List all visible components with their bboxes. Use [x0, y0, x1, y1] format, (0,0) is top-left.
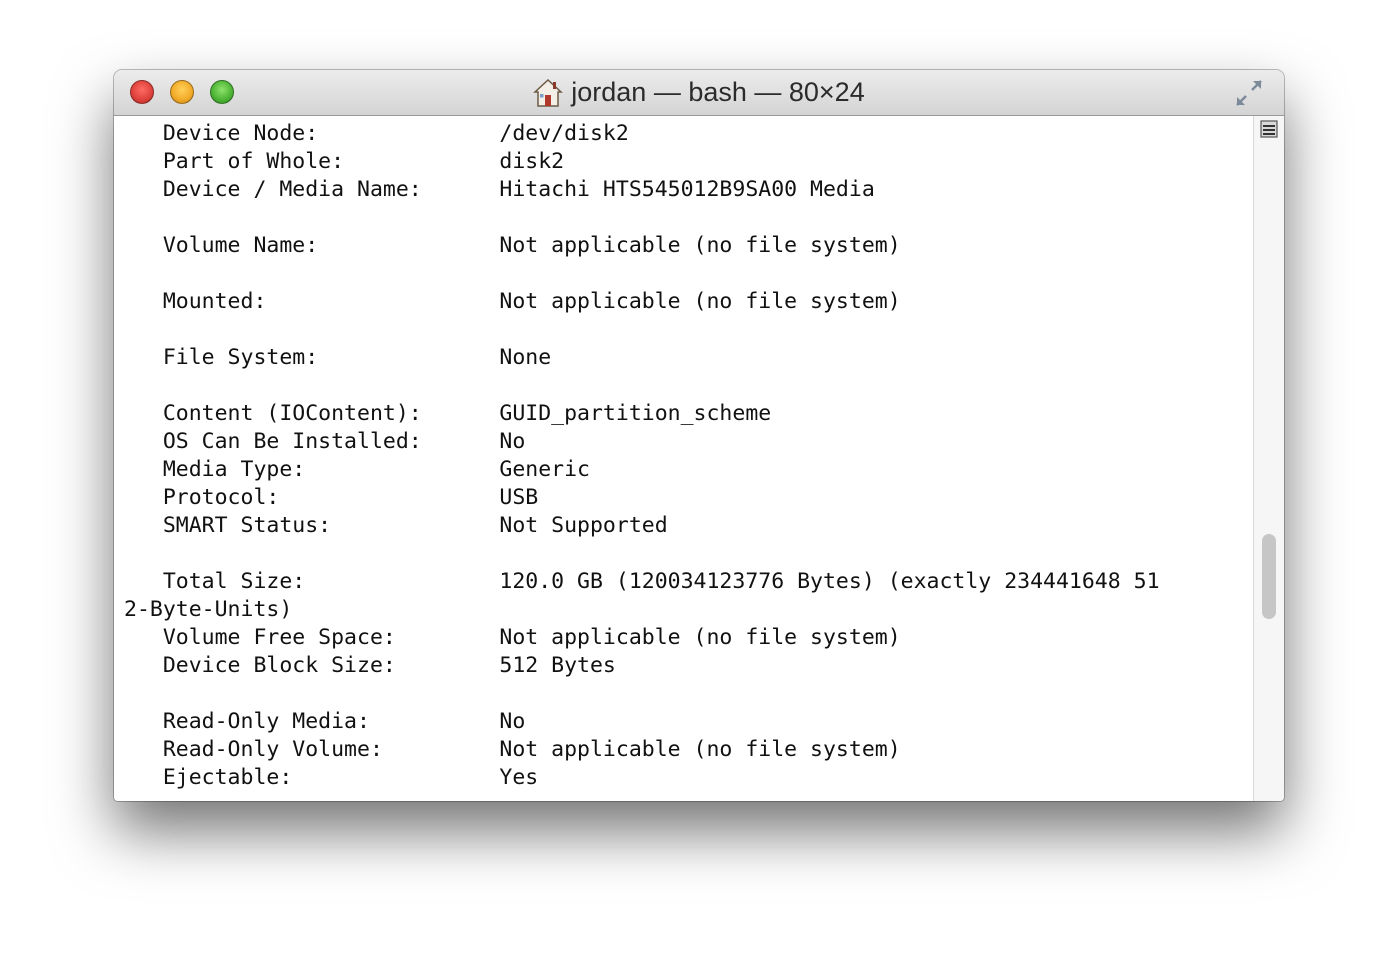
- terminal-line: Device Block Size: 512 Bytes: [124, 653, 616, 678]
- terminal-line: Read-Only Volume: Not applicable (no fil…: [124, 737, 901, 762]
- terminal-line: Volume Free Space: Not applicable (no fi…: [124, 625, 901, 650]
- terminal-line: Volume Name: Not applicable (no file sys…: [124, 233, 901, 258]
- terminal-line: OS Can Be Installed: No: [124, 429, 526, 454]
- terminal-line: Read-Only Media: No: [124, 709, 526, 734]
- terminal-line: 2-Byte-Units): [124, 597, 293, 622]
- title-bar[interactable]: jordan — bash — 80×24: [114, 70, 1284, 116]
- terminal-line: Device Node: /dev/disk2: [124, 121, 629, 146]
- terminal-window: jordan — bash — 80×24 Device Node: /dev/…: [114, 70, 1284, 801]
- window-title-text: jordan — bash — 80×24: [571, 77, 865, 107]
- fullscreen-icon[interactable]: [1234, 78, 1264, 108]
- terminal-line: Protocol: USB: [124, 485, 539, 510]
- terminal-line: Media Type: Generic: [124, 457, 590, 482]
- split-pane-icon[interactable]: [1260, 120, 1278, 138]
- terminal-line: Total Size: 120.0 GB (120034123776 Bytes…: [124, 569, 1160, 594]
- scrollbar[interactable]: [1253, 116, 1284, 801]
- terminal-line: Part of Whole: disk2: [124, 149, 565, 174]
- terminal-line: SMART Status: Not Supported: [124, 513, 668, 538]
- terminal-line: Device / Media Name: Hitachi HTS545012B9…: [124, 177, 875, 202]
- terminal-line: Mounted: Not applicable (no file system): [124, 289, 901, 314]
- terminal-line: File System: None: [124, 345, 552, 370]
- terminal-line: Content (IOContent): GUID_partition_sche…: [124, 401, 772, 426]
- terminal-output[interactable]: Device Node: /dev/disk2 Part of Whole: d…: [114, 116, 1254, 801]
- window-title: jordan — bash — 80×24: [114, 70, 1284, 115]
- terminal-line: Ejectable: Yes: [124, 765, 539, 790]
- home-icon: [533, 78, 564, 107]
- scrollbar-thumb[interactable]: [1262, 533, 1276, 619]
